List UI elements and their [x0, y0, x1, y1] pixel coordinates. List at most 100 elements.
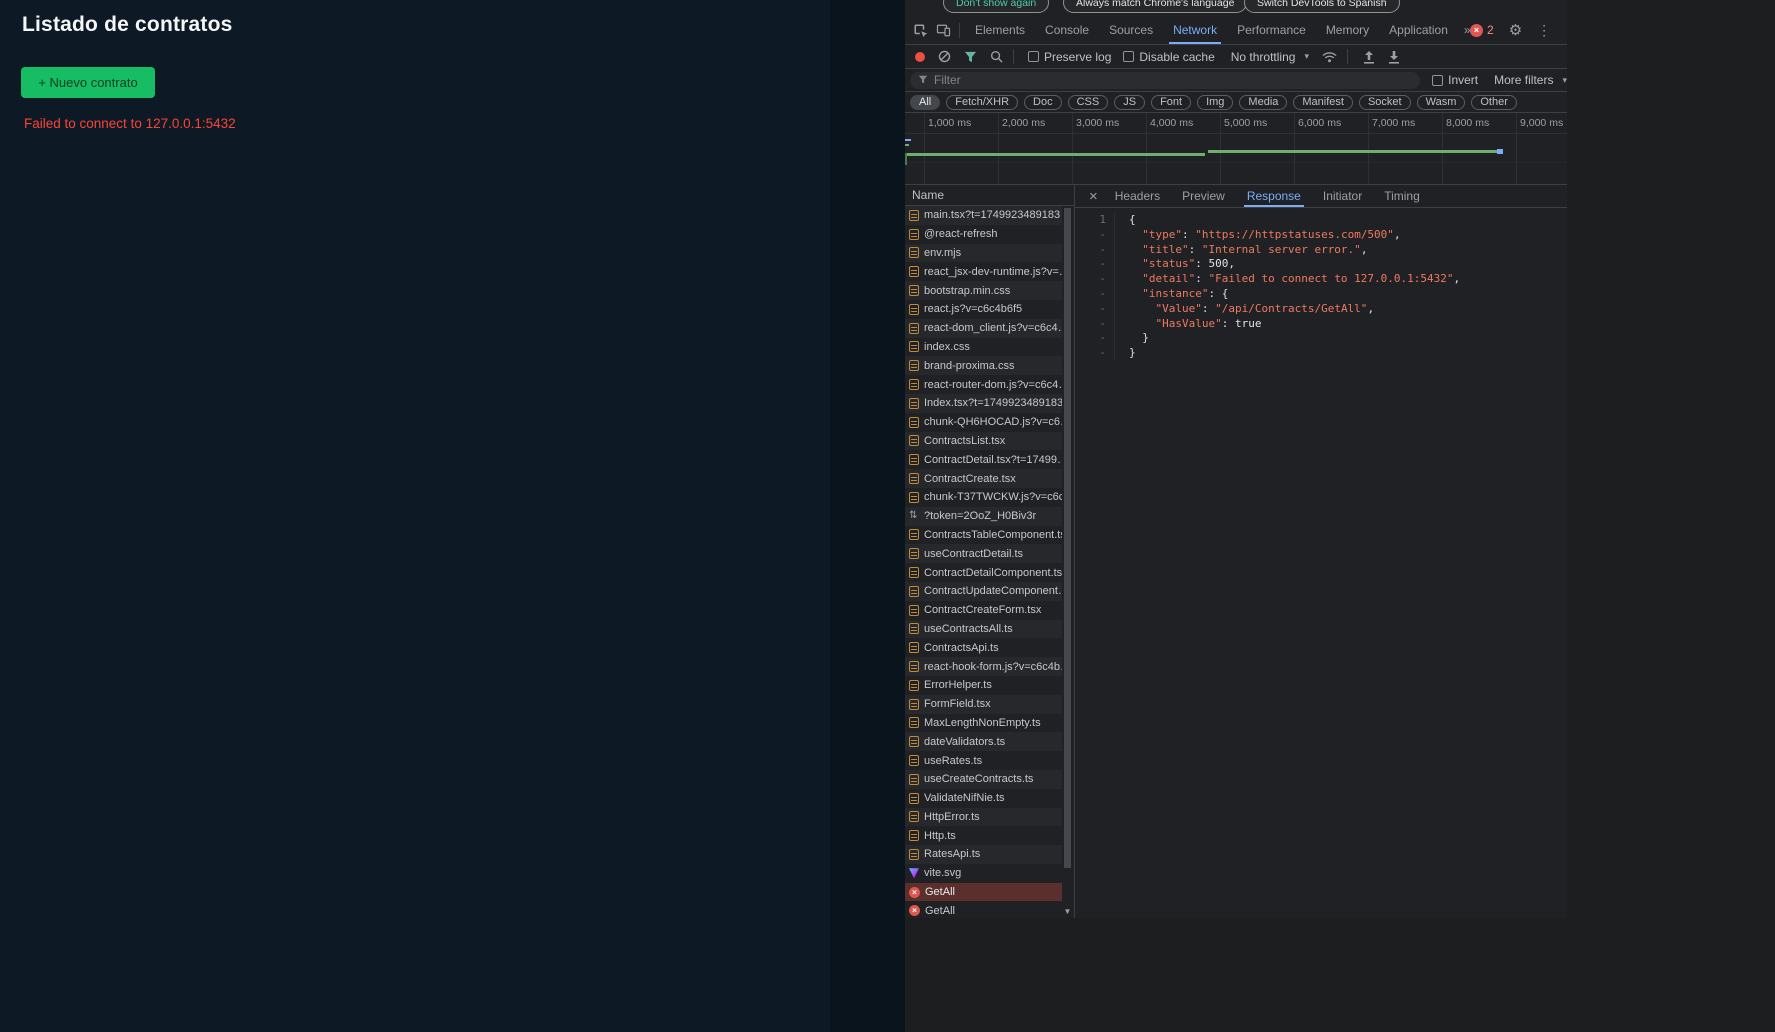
devtools-tab-network[interactable]: Network: [1163, 16, 1227, 44]
dont-show-again-button[interactable]: Don't show again: [943, 0, 1049, 13]
network-request-row[interactable]: react_jsx-dev-runtime.js?v=…: [905, 262, 1063, 281]
scroll-down-icon[interactable]: ▼: [1062, 907, 1073, 916]
timeline-overview[interactable]: 1,000 ms2,000 ms3,000 ms4,000 ms5,000 ms…: [905, 113, 1567, 185]
detail-tab-headers[interactable]: Headers: [1104, 185, 1171, 207]
network-request-row[interactable]: ContractCreateForm.tsx: [905, 601, 1063, 620]
network-request-row[interactable]: useContractsAll.ts: [905, 620, 1063, 639]
throttling-select[interactable]: No throttling ▾: [1231, 50, 1309, 64]
devtools-tab-console[interactable]: Console: [1035, 16, 1099, 44]
network-request-row[interactable]: ContractCreate.tsx: [905, 469, 1063, 488]
import-har-icon[interactable]: [1363, 50, 1375, 64]
invert-toggle[interactable]: Invert: [1432, 73, 1478, 87]
new-contract-button[interactable]: + Nuevo contrato: [21, 67, 155, 98]
network-request-row[interactable]: ContractDetailComponent.tsx: [905, 563, 1063, 582]
network-request-row[interactable]: useRates.ts: [905, 751, 1063, 770]
network-request-row[interactable]: @react-refresh: [905, 225, 1063, 244]
devtools-tab-performance[interactable]: Performance: [1227, 16, 1316, 44]
detail-tab-timing[interactable]: Timing: [1373, 185, 1431, 207]
type-filter-manifest[interactable]: Manifest: [1293, 95, 1353, 110]
network-request-row[interactable]: useContractDetail.ts: [905, 544, 1063, 563]
network-request-row[interactable]: main.tsx?t=1749923489183: [905, 206, 1063, 225]
close-icon[interactable]: ×: [1089, 188, 1098, 205]
network-request-row[interactable]: useCreateContracts.ts: [905, 770, 1063, 789]
network-request-row[interactable]: ContractsTableComponent.tsx: [905, 526, 1063, 545]
token: :: [1195, 272, 1208, 285]
type-filter-all[interactable]: All: [910, 95, 940, 110]
devtools-tab-sources[interactable]: Sources: [1099, 16, 1163, 44]
network-request-row[interactable]: ErrorHelper.ts: [905, 676, 1063, 695]
token: [1129, 243, 1142, 256]
request-name: @react-refresh: [924, 228, 998, 240]
error-count-badge[interactable]: × 2: [1470, 23, 1494, 37]
network-request-row[interactable]: ContractsList.tsx: [905, 432, 1063, 451]
gutter-line-number: -: [1075, 346, 1115, 361]
network-request-row[interactable]: ValidateNifNie.ts: [905, 789, 1063, 808]
settings-gear-icon[interactable]: ⚙: [1509, 21, 1522, 39]
devtools-tab-elements[interactable]: Elements: [965, 16, 1035, 44]
type-filter-fetch-xhr[interactable]: Fetch/XHR: [946, 95, 1018, 110]
menu-dots-icon[interactable]: ⋮: [1537, 22, 1551, 39]
network-conditions-icon[interactable]: [1322, 51, 1337, 63]
switch-devtools-spanish-button[interactable]: Switch DevTools to Spanish: [1244, 0, 1400, 13]
network-request-row[interactable]: MaxLengthNonEmpty.ts: [905, 714, 1063, 733]
request-list-scrollbar[interactable]: ▼: [1062, 206, 1073, 918]
type-filter-css[interactable]: CSS: [1068, 95, 1109, 110]
network-request-row[interactable]: FormField.tsx: [905, 695, 1063, 714]
network-request-row[interactable]: vite.svg: [905, 864, 1063, 883]
detail-tab-response[interactable]: Response: [1236, 185, 1312, 207]
column-header-name[interactable]: Name: [905, 185, 1074, 206]
type-filter-media[interactable]: Media: [1239, 95, 1287, 110]
network-request-row[interactable]: Index.tsx?t=1749923489183: [905, 394, 1063, 413]
network-request-row[interactable]: react.js?v=c6c4b6f5: [905, 300, 1063, 319]
devtools-tab-memory[interactable]: Memory: [1316, 16, 1379, 44]
network-request-row[interactable]: react-hook-form.js?v=c6c4b…: [905, 657, 1063, 676]
waterfall-mark: [905, 144, 909, 146]
invert-checkbox[interactable]: [1432, 75, 1443, 86]
device-toolbar-icon[interactable]: [936, 23, 951, 38]
network-request-row[interactable]: ×GetAll: [905, 883, 1063, 902]
record-button[interactable]: [915, 52, 925, 62]
network-request-row[interactable]: chunk-QH6HOCAD.js?v=c6…: [905, 413, 1063, 432]
network-request-row[interactable]: dateValidators.ts: [905, 732, 1063, 751]
network-request-row[interactable]: Http.ts: [905, 826, 1063, 845]
type-filter-img[interactable]: Img: [1197, 95, 1233, 110]
network-request-row[interactable]: ContractsApi.ts: [905, 638, 1063, 657]
network-request-row[interactable]: brand-proxima.css: [905, 356, 1063, 375]
clear-icon[interactable]: [938, 50, 951, 63]
preserve-log-toggle[interactable]: Preserve log: [1028, 50, 1111, 64]
network-request-row[interactable]: ContractDetail.tsx?t=17499…: [905, 450, 1063, 469]
network-request-row[interactable]: RatesApi.ts: [905, 845, 1063, 864]
export-har-icon[interactable]: [1388, 50, 1400, 64]
more-filters-button[interactable]: More filters ▾: [1494, 73, 1567, 87]
scrollbar-thumb[interactable]: [1064, 208, 1071, 868]
network-request-row[interactable]: index.css: [905, 338, 1063, 357]
request-name: index.css: [924, 341, 970, 353]
network-request-row[interactable]: react-dom_client.js?v=c6c4…: [905, 319, 1063, 338]
network-request-row[interactable]: ×GetAll: [905, 901, 1063, 918]
network-filter-input[interactable]: Filter: [910, 72, 1420, 89]
disable-cache-toggle[interactable]: Disable cache: [1123, 50, 1214, 64]
inspect-icon[interactable]: [913, 23, 928, 38]
type-filter-socket[interactable]: Socket: [1359, 95, 1411, 110]
network-request-row[interactable]: env.mjs: [905, 244, 1063, 263]
disable-cache-checkbox[interactable]: [1123, 51, 1134, 62]
type-filter-font[interactable]: Font: [1151, 95, 1191, 110]
network-request-row[interactable]: chunk-T37TWCKW.js?v=c6c…: [905, 488, 1063, 507]
type-filter-js[interactable]: JS: [1114, 95, 1145, 110]
devtools-tab-application[interactable]: Application: [1379, 16, 1458, 44]
type-filter-other[interactable]: Other: [1471, 95, 1517, 110]
network-request-row[interactable]: ⇅?token=2OoZ_H0Biv3r: [905, 507, 1063, 526]
detail-tab-preview[interactable]: Preview: [1171, 185, 1236, 207]
network-request-row[interactable]: bootstrap.min.css: [905, 281, 1063, 300]
filter-funnel-icon[interactable]: [964, 51, 977, 63]
match-chrome-language-button[interactable]: Always match Chrome's language: [1063, 0, 1247, 13]
network-request-row[interactable]: react-router-dom.js?v=c6c4…: [905, 375, 1063, 394]
type-filter-doc[interactable]: Doc: [1024, 95, 1062, 110]
network-request-row[interactable]: ContractUpdateComponent…: [905, 582, 1063, 601]
network-request-row[interactable]: HttpError.ts: [905, 808, 1063, 827]
request-name: brand-proxima.css: [924, 360, 1014, 372]
detail-tab-initiator[interactable]: Initiator: [1312, 185, 1373, 207]
type-filter-wasm[interactable]: Wasm: [1417, 95, 1466, 110]
search-icon[interactable]: [990, 50, 1003, 63]
preserve-log-checkbox[interactable]: [1028, 51, 1039, 62]
